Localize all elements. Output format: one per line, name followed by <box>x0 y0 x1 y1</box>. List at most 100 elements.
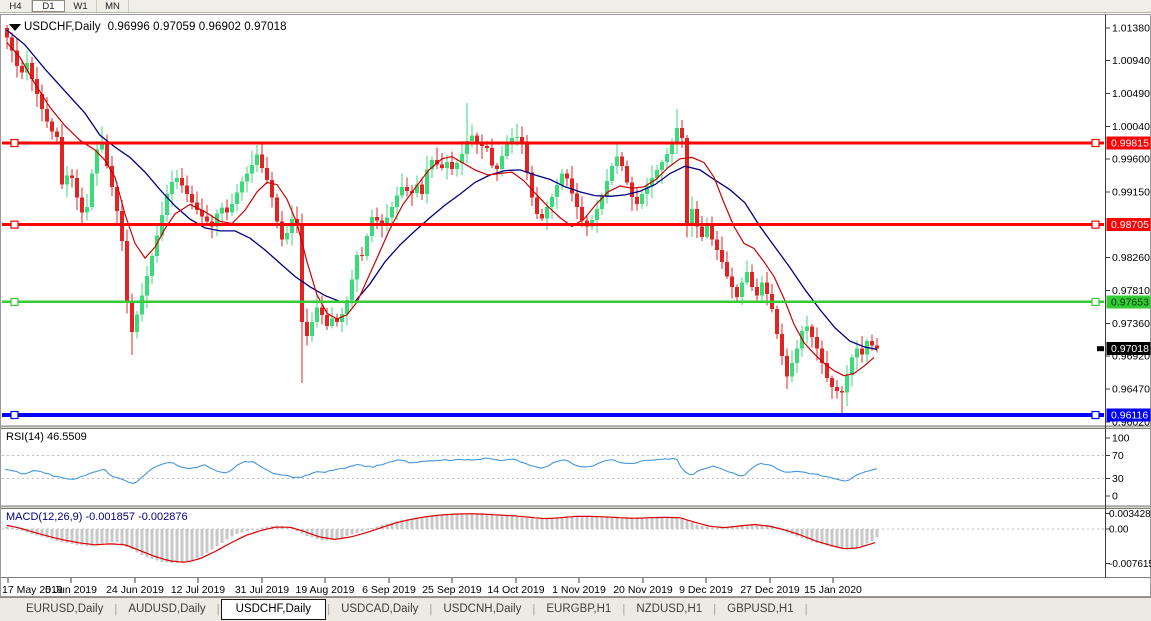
macd-bar <box>331 529 334 540</box>
candle-body <box>100 144 104 150</box>
candle-wick <box>407 177 408 196</box>
macd-bar <box>526 518 529 529</box>
candle-body <box>55 132 59 137</box>
tab-usdcnh-daily[interactable]: USDCNH,Daily <box>433 600 531 619</box>
tab-audusd-daily[interactable]: AUDUSD,Daily <box>118 600 215 619</box>
candle-body <box>680 128 684 138</box>
candle-wick <box>482 134 483 159</box>
level-line-handle[interactable] <box>1092 412 1099 419</box>
level-line-handle[interactable] <box>1092 298 1099 305</box>
candle-body <box>485 146 489 148</box>
macd-bar <box>451 514 454 529</box>
candle-body <box>515 137 519 138</box>
candle-body <box>265 168 269 180</box>
level-line-handle[interactable] <box>11 221 18 228</box>
macd-bar <box>36 529 39 535</box>
candle-body <box>50 122 54 132</box>
candle-body <box>580 207 584 220</box>
tab-eurusd-daily[interactable]: EURUSD,Daily <box>16 600 113 619</box>
macd-bar <box>336 529 339 539</box>
level-line-handle[interactable] <box>1092 140 1099 147</box>
svg-text:0.99815: 0.99815 <box>1111 138 1149 150</box>
rsi-axis-tick: 30 <box>1112 473 1124 485</box>
candle-body <box>355 255 359 279</box>
candle-body <box>145 276 149 296</box>
macd-bar <box>796 529 799 536</box>
chart-background <box>0 14 1151 597</box>
candle-body <box>225 208 229 213</box>
candle-body <box>535 198 539 214</box>
macd-bar <box>441 515 444 529</box>
macd-bar <box>641 518 644 529</box>
macd-bar <box>246 529 249 531</box>
tab-usdcad-daily[interactable]: USDCAD,Daily <box>331 600 428 619</box>
macd-bar <box>191 529 194 560</box>
tab-usdchf-daily[interactable]: USDCHF,Daily <box>221 599 326 620</box>
tab-eurgbp-h1[interactable]: EURGBP,H1 <box>536 600 621 619</box>
macd-bar <box>631 518 634 529</box>
price-axis-tick: 0.97360 <box>1112 318 1150 330</box>
candle-body <box>170 182 174 194</box>
macd-axis-tick: 0.003428 <box>1109 509 1151 520</box>
candle-body <box>660 162 664 170</box>
macd-bar <box>861 529 864 546</box>
candle-body <box>275 198 279 222</box>
macd-bar <box>201 529 204 556</box>
candle-wick <box>437 148 438 169</box>
price-axis-tick: 0.99600 <box>1112 153 1150 165</box>
timeframe-button-w1[interactable]: W1 <box>65 0 97 12</box>
candle-wick <box>467 103 468 163</box>
macd-bar <box>161 529 164 562</box>
macd-bar <box>666 517 669 529</box>
macd-bar <box>646 518 649 529</box>
macd-bar <box>701 526 704 529</box>
macd-bar <box>46 529 49 538</box>
macd-bar <box>831 529 834 547</box>
date-axis-label: 6 Sep 2019 <box>362 584 416 596</box>
macd-bar <box>706 527 709 529</box>
candle-body <box>490 148 494 166</box>
date-axis-label: 20 Nov 2019 <box>613 584 673 596</box>
level-line-handle[interactable] <box>1092 221 1099 228</box>
tab-nzdusd-h1[interactable]: NZDUSD,H1 <box>626 600 712 619</box>
candle-body <box>665 154 669 162</box>
candle-body <box>720 250 724 262</box>
candle-wick <box>207 205 208 226</box>
macd-bar <box>251 529 254 530</box>
tab-gbpusd-h1[interactable]: GBPUSD,H1 <box>717 600 803 619</box>
candle-body <box>875 346 879 349</box>
chart-symbol-arrow-icon <box>9 24 21 31</box>
chart-symbol-label: USDCHF,Daily <box>24 21 101 33</box>
price-axis-tick: 1.01380 <box>1112 22 1150 34</box>
candle-body <box>420 184 424 194</box>
candle-body <box>530 173 534 198</box>
level-line-handle[interactable] <box>11 298 18 305</box>
candle-body <box>860 349 864 355</box>
level-line-handle[interactable] <box>11 140 18 147</box>
candle-body <box>730 276 734 286</box>
macd-bar <box>216 529 219 546</box>
candle-body <box>230 204 234 212</box>
macd-bar <box>696 524 699 529</box>
macd-indicator-label: MACD(12,26,9) -0.001857 -0.002876 <box>6 511 188 523</box>
macd-bar <box>471 514 474 529</box>
timeframe-button-mn[interactable]: MN <box>97 0 129 12</box>
date-axis-label: 9 Dec 2019 <box>679 584 733 596</box>
macd-bar <box>371 528 374 529</box>
candle-body <box>305 322 309 336</box>
macd-axis-tick: 0.00 <box>1109 525 1129 536</box>
candle-body <box>125 241 129 302</box>
candle-body <box>450 162 454 169</box>
candle-body <box>690 209 694 224</box>
macd-bar <box>606 517 609 529</box>
macd-bar <box>236 529 239 534</box>
macd-bar <box>206 529 209 553</box>
timeframe-button-h4[interactable]: H4 <box>0 0 32 12</box>
chart-tab-bar: EURUSD,Daily|AUDUSD,Daily|USDCHF,Daily|U… <box>0 597 1151 621</box>
chart-canvas[interactable]: 1.013801.009401.004901.000400.996000.991… <box>0 14 1151 597</box>
macd-bar <box>571 516 574 529</box>
timeframe-button-d1[interactable]: D1 <box>32 0 65 12</box>
macd-bar <box>461 514 464 529</box>
level-line-handle[interactable] <box>11 412 18 419</box>
candle-body <box>390 207 394 217</box>
